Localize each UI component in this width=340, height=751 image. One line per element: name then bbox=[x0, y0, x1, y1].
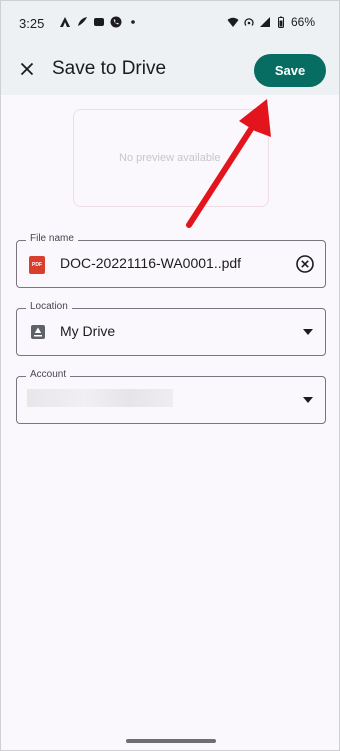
feather-icon bbox=[78, 17, 87, 26]
chevron-down-icon[interactable] bbox=[303, 396, 313, 404]
annotation-arrow-icon bbox=[186, 99, 271, 228]
status-bar: 3:25 66% bbox=[1, 1, 339, 45]
close-icon bbox=[20, 62, 34, 76]
account-label: Account bbox=[26, 369, 71, 380]
file-name-label: File name bbox=[26, 233, 78, 244]
clear-icon[interactable] bbox=[295, 254, 315, 274]
location-value: My Drive bbox=[60, 323, 116, 339]
pdf-icon: PDF bbox=[29, 256, 45, 274]
chevron-down-icon[interactable] bbox=[303, 328, 313, 336]
drive-icon bbox=[31, 325, 45, 339]
close-button[interactable] bbox=[15, 57, 39, 81]
autocad-icon bbox=[60, 17, 70, 27]
location-label: Location bbox=[26, 301, 72, 312]
screen: 3:25 66% Save to Drive Save No preview a… bbox=[0, 0, 340, 751]
phone-icon bbox=[110, 16, 122, 28]
battery-icon bbox=[277, 16, 284, 28]
app-bar: Save to Drive Save bbox=[1, 45, 339, 95]
status-notification-icons bbox=[59, 16, 139, 28]
dot-icon bbox=[131, 20, 135, 24]
signal-icon bbox=[259, 17, 270, 27]
wifi-icon bbox=[227, 17, 239, 27]
account-value-redacted bbox=[27, 389, 173, 407]
status-time: 3:25 bbox=[19, 16, 45, 31]
battery-percentage: 66% bbox=[290, 15, 315, 29]
app-icon bbox=[94, 18, 104, 26]
hotspot-icon bbox=[244, 18, 254, 26]
file-name-field[interactable]: File name PDF DOC-20221116-WA0001..pdf bbox=[16, 233, 326, 288]
file-name-input[interactable]: DOC-20221116-WA0001..pdf bbox=[60, 255, 241, 271]
page-title: Save to Drive bbox=[52, 58, 167, 79]
home-indicator[interactable] bbox=[126, 739, 216, 743]
status-system-icons: 66% bbox=[227, 15, 315, 29]
save-button[interactable]: Save bbox=[254, 54, 326, 87]
account-field[interactable]: Account bbox=[16, 369, 326, 424]
location-field[interactable]: Location My Drive bbox=[16, 301, 326, 356]
